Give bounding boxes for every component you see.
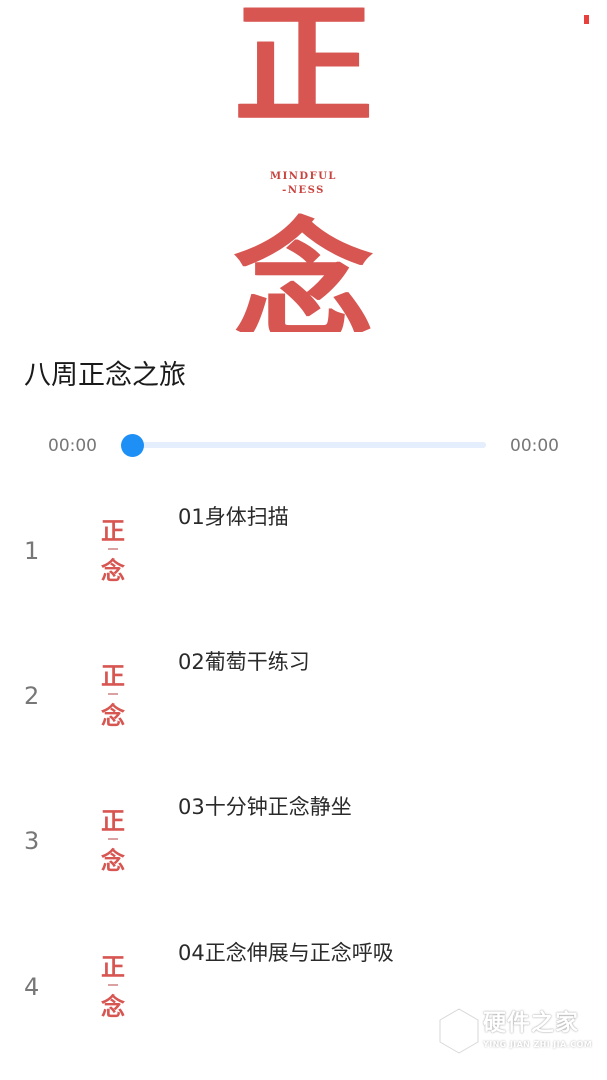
total-time: 00:00 xyxy=(510,436,559,456)
corner-indicator xyxy=(584,15,589,24)
site-watermark: 硬件之家 YING JIAN ZHI JIA.COM xyxy=(437,1005,597,1059)
thumb-char-top: 正 xyxy=(101,661,125,690)
track-number: 3 xyxy=(24,827,40,855)
watermark-text: 硬件之家 xyxy=(483,1010,579,1036)
album-cover-art: 正 MINDFUL -NESS 念 xyxy=(0,0,607,332)
cover-subtitle-line1: MINDFUL xyxy=(270,171,337,182)
track-thumbnail: 正 念 xyxy=(96,657,130,730)
thumb-divider xyxy=(108,693,118,695)
track-thumbnail: 正 念 xyxy=(96,948,130,1021)
thumb-char-top: 正 xyxy=(101,952,125,981)
track-title: 04正念伸展与正念呼吸 xyxy=(178,941,394,965)
thumb-char-bottom: 念 xyxy=(101,846,125,875)
track-number: 1 xyxy=(24,537,40,565)
watermark-subtext: YING JIAN ZHI JIA.COM xyxy=(483,1040,593,1049)
track-item[interactable]: 1 正 念 01身体扫描 xyxy=(0,498,607,643)
track-title: 03十分钟正念静坐 xyxy=(178,795,352,819)
track-item[interactable]: 3 正 念 03十分钟正念静坐 xyxy=(0,788,607,933)
progress-thumb[interactable] xyxy=(121,434,144,457)
track-number: 4 xyxy=(24,973,40,1001)
cover-subtitle-line2: -NESS xyxy=(282,185,325,196)
thumb-divider xyxy=(108,838,118,840)
track-item[interactable]: 2 正 念 02葡萄干练习 xyxy=(0,643,607,788)
hexagon-logo-icon xyxy=(438,1007,480,1055)
track-number: 2 xyxy=(24,682,40,710)
thumb-char-bottom: 念 xyxy=(101,556,125,585)
track-thumbnail: 正 念 xyxy=(96,802,130,875)
cover-char-zheng: 正 xyxy=(234,0,373,143)
cover-char-nian: 念 xyxy=(234,206,373,333)
track-title: 01身体扫描 xyxy=(178,505,289,529)
thumb-char-top: 正 xyxy=(101,516,125,545)
thumb-char-bottom: 念 xyxy=(101,701,125,730)
track-thumbnail: 正 念 xyxy=(96,512,130,585)
track-title: 02葡萄干练习 xyxy=(178,650,310,674)
thumb-divider xyxy=(108,548,118,550)
thumb-char-bottom: 念 xyxy=(101,992,125,1021)
current-time: 00:00 xyxy=(48,436,97,456)
album-title: 八周正念之旅 xyxy=(24,360,186,391)
thumb-divider xyxy=(108,984,118,986)
thumb-char-top: 正 xyxy=(101,806,125,835)
progress-slider[interactable] xyxy=(132,442,486,448)
